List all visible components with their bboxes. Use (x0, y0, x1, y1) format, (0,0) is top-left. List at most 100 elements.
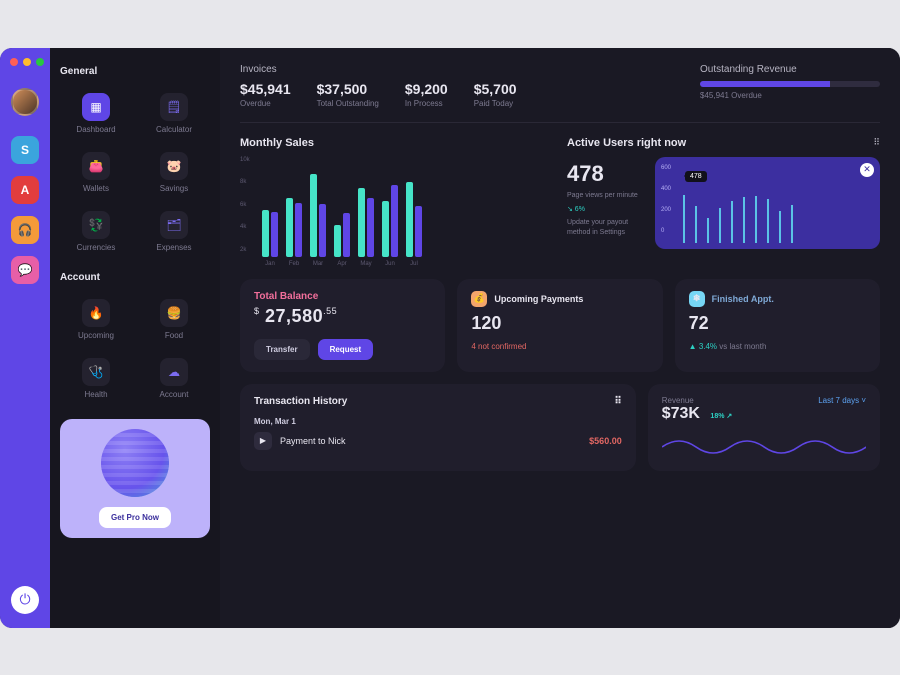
revenue-label: Revenue (662, 396, 694, 405)
window-controls[interactable] (10, 58, 44, 66)
outstanding-caption: $45,941 Overdue (700, 91, 880, 100)
minimize-icon[interactable] (23, 58, 31, 66)
revenue-pct: 18% ↗ (710, 413, 732, 420)
upcoming-icon: 💰 (471, 291, 487, 307)
sidebar-item-calculator[interactable]: 🗒 Calculator (138, 87, 210, 140)
transaction-amount: $560.00 (589, 436, 622, 446)
upcoming-label: Upcoming Payments (494, 294, 583, 304)
monthly-sales-card: Monthly Sales 10k8k6k4k2k JanFebMarAprMa… (240, 137, 553, 267)
rail-app-a[interactable]: A (11, 176, 39, 204)
finished-appt-card: ❄ Finished Appt. 72 ▲ 3.4% vs last month (675, 279, 880, 372)
active-users-value: 478 (567, 161, 645, 187)
calculator-icon: 🗒 (160, 93, 188, 121)
sidebar-item-account[interactable]: ☁ Account (138, 352, 210, 405)
rail-app-support[interactable]: 🎧 (11, 216, 39, 244)
revenue-amount: $73K (662, 405, 700, 422)
sidebar-section-account: Account (60, 272, 210, 283)
bar-column: Jul (406, 167, 422, 267)
account-icon: ☁ (160, 358, 188, 386)
power-icon[interactable]: ⏻ (11, 586, 39, 614)
play-icon: ▶ (254, 432, 272, 450)
upcoming-payments-card: 💰 Upcoming Payments 120 4 not confirmed (457, 279, 662, 372)
currencies-icon: 💱 (82, 211, 110, 239)
outstanding-label: Outstanding Revenue (700, 64, 880, 75)
bar-column: Jan (262, 167, 278, 267)
chart-tooltip: 478 (685, 171, 707, 182)
transaction-label: Payment to Nick (280, 436, 346, 446)
table-row[interactable]: ▶ Payment to Nick $560.00 (254, 432, 622, 450)
close-icon[interactable] (10, 58, 18, 66)
history-title: Transaction History (254, 396, 347, 407)
bar-column: Apr (334, 167, 350, 267)
sidebar-item-upcoming[interactable]: 🔥 Upcoming (60, 293, 132, 346)
avatar[interactable] (11, 88, 39, 116)
rail-app-s[interactable]: S (11, 136, 39, 164)
sidebar-item-label: Dashboard (76, 125, 115, 134)
total-balance-label: Total Balance (254, 291, 431, 302)
promo-card: Get Pro Now (60, 419, 210, 538)
history-date: Mon, Mar 1 (254, 417, 622, 426)
bar-column: Jun (382, 167, 398, 267)
monthly-sales-title: Monthly Sales (240, 137, 553, 149)
expenses-icon: 🗂 (160, 211, 188, 239)
sidebar-item-food[interactable]: 🍔Food (138, 293, 210, 346)
health-icon: 🩺 (82, 358, 110, 386)
invoice-stat: $45,941Overdue (240, 81, 291, 108)
bar-column: Mar (310, 167, 326, 267)
invoice-stat: $9,200In Process (405, 81, 448, 108)
finished-value: 72 (689, 313, 866, 334)
revenue-filter[interactable]: Last 7 days ˅ (818, 396, 866, 405)
food-icon: 🍔 (160, 299, 188, 327)
close-icon[interactable]: ✕ (860, 163, 874, 177)
history-options-icon[interactable]: ⠿ (614, 396, 621, 407)
sidebar-item-label: Calculator (156, 125, 192, 134)
bar-column: May (358, 167, 374, 267)
dashboard-icon: ▦ (82, 93, 110, 121)
request-button[interactable]: Request (318, 339, 374, 360)
sidebar-item-health[interactable]: 🩺 Health (60, 352, 132, 405)
sidebar-item-label: Upcoming (78, 331, 114, 340)
sidebar-item-label: Currencies (77, 243, 116, 252)
invoice-stat: $5,700Paid Today (474, 81, 517, 108)
app-rail: S A 🎧 💬 ⏻ (0, 48, 50, 628)
transaction-history-card: Transaction History ⠿ Mon, Mar 1 ▶ Payme… (240, 384, 636, 471)
active-users-sub: Page views per minute (567, 191, 645, 201)
active-users-chart: ✕ 478 6004002000 (655, 157, 880, 249)
sidebar-item-label: Wallets (83, 184, 109, 193)
sidebar-item-label: Savings (160, 184, 188, 193)
wallets-icon: 👛 (82, 152, 110, 180)
maximize-icon[interactable] (36, 58, 44, 66)
get-pro-button[interactable]: Get Pro Now (99, 507, 171, 528)
finished-label: Finished Appt. (712, 294, 774, 304)
bar-column: Feb (286, 167, 302, 267)
upcoming-icon: 🔥 (82, 299, 110, 327)
active-users-title: Active Users right now (567, 137, 880, 149)
total-balance-amount: $ 27,580.55 (254, 306, 431, 327)
promo-graphic (101, 429, 169, 497)
rail-app-chat[interactable]: 💬 (11, 256, 39, 284)
outstanding-progress (700, 81, 880, 87)
sidebar-item-savings[interactable]: 🐷 Savings (138, 146, 210, 199)
expand-icon[interactable]: ⠿ (873, 137, 880, 148)
upcoming-value: 120 (471, 313, 648, 334)
finished-icon: ❄ (689, 291, 705, 307)
sidebar-item-label: Health (84, 390, 107, 399)
sidebar-item-dashboard[interactable]: ▦ Dashboard (60, 87, 132, 140)
sidebar-item-expenses[interactable]: 🗂 Expenses (138, 205, 210, 258)
total-balance-card: Total Balance $ 27,580.55 Transfer Reque… (240, 279, 445, 372)
sidebar-item-label: Account (160, 390, 189, 399)
transfer-button[interactable]: Transfer (254, 339, 310, 360)
upcoming-warn: 4 not confirmed (471, 342, 648, 351)
sidebar-section-general: General (60, 66, 210, 77)
savings-icon: 🐷 (160, 152, 188, 180)
finished-trend: ▲ 3.4% vs last month (689, 342, 866, 351)
active-users-card: ⠿ Active Users right now 478 Page views … (567, 137, 880, 267)
main-panel: Invoices $45,941Overdue $37,500Total Outs… (220, 48, 900, 628)
revenue-sparkline (662, 429, 866, 459)
sidebar-item-wallets[interactable]: 👛 Wallets (60, 146, 132, 199)
invoice-stat: $37,500Total Outstanding (317, 81, 379, 108)
sidebar-item-label: Expenses (156, 243, 191, 252)
invoices-label: Invoices (240, 64, 672, 75)
sidebar: General ▦ Dashboard 🗒 Calculator 👛 Wallets 🐷 Sa… (50, 48, 220, 628)
sidebar-item-currencies[interactable]: 💱 Currencies (60, 205, 132, 258)
